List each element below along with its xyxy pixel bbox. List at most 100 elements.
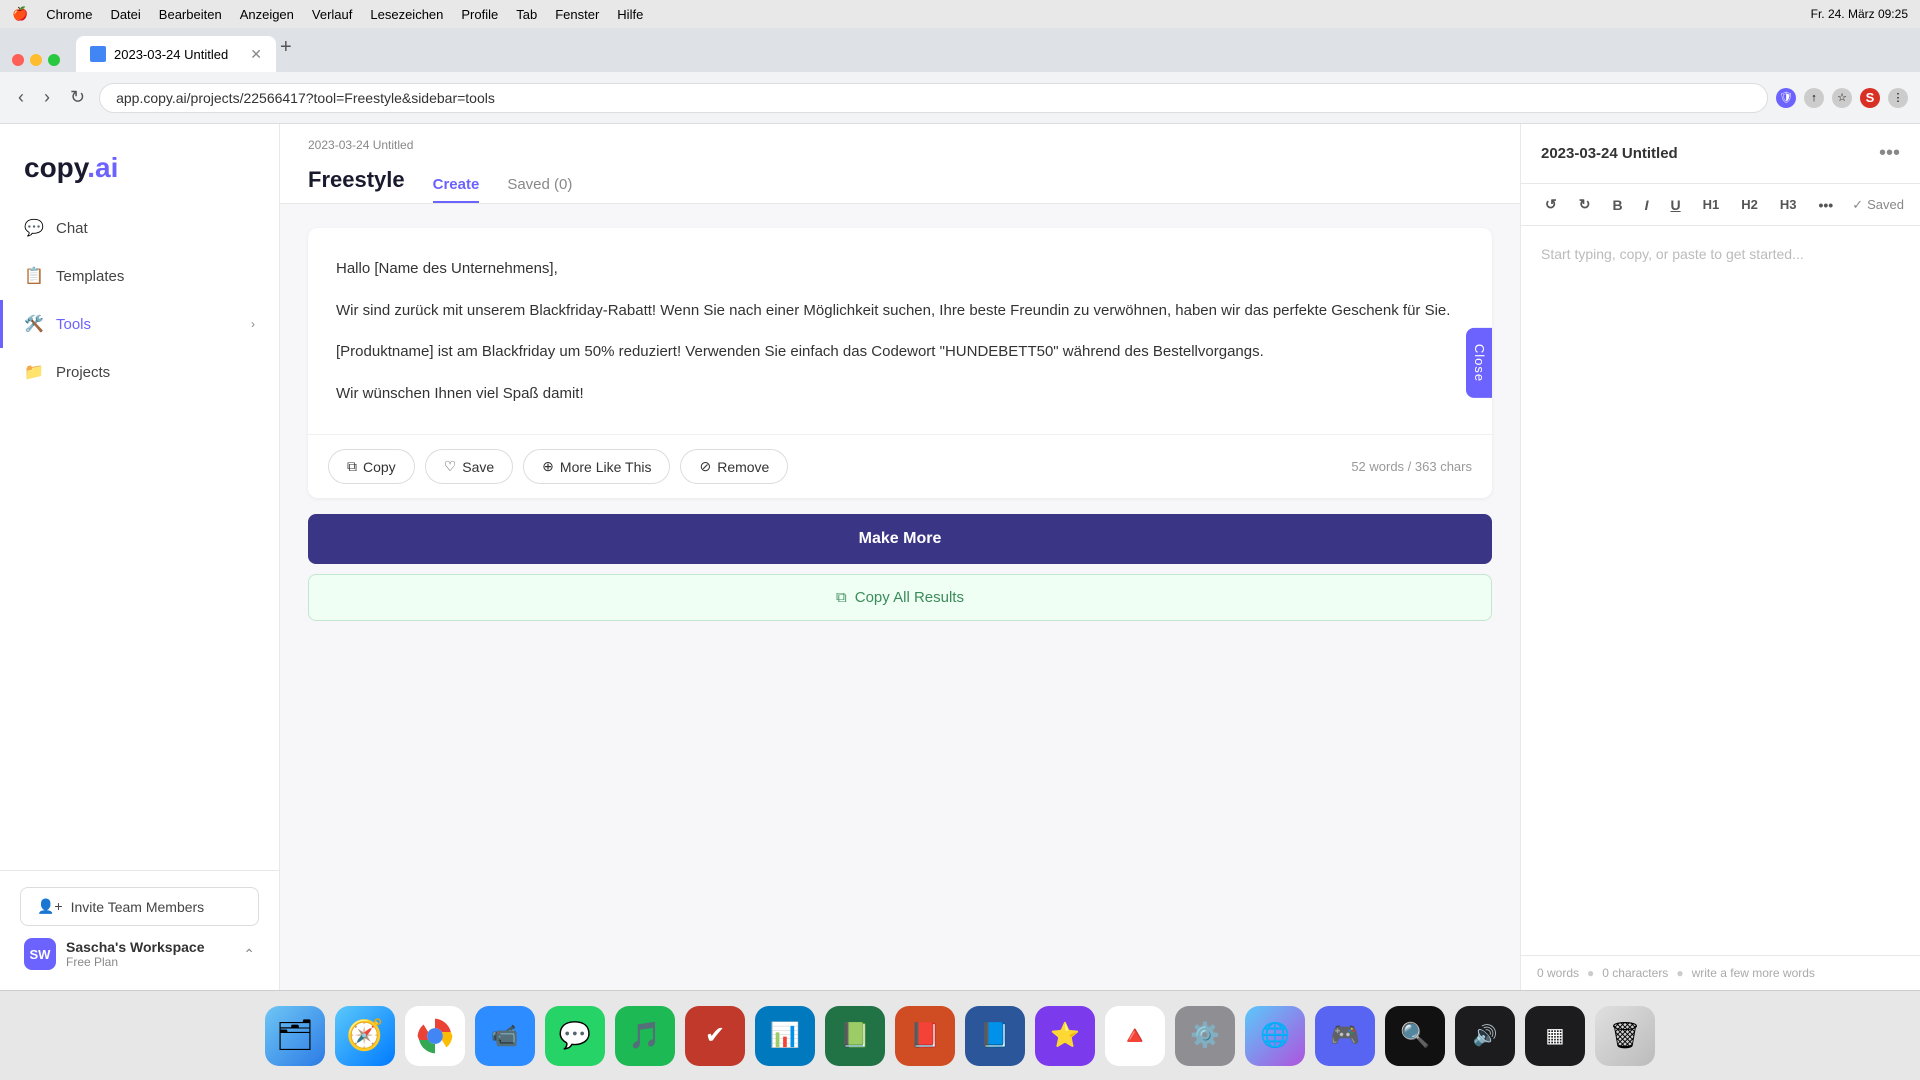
back-button[interactable]: ‹: [12, 83, 30, 112]
menu-fenster[interactable]: Fenster: [555, 7, 599, 22]
h1-button[interactable]: H1: [1695, 193, 1728, 216]
editor-toolbar: ↺ ↻ B I U H1 H2 H3 ••• ✓ Saved: [1521, 184, 1920, 226]
result-card: Hallo [Name des Unternehmens], Wir sind …: [308, 228, 1492, 498]
dock-sound[interactable]: 🔊: [1455, 1006, 1515, 1066]
tab-title: 2023-03-24 Untitled: [114, 47, 228, 62]
h3-button[interactable]: H3: [1772, 193, 1805, 216]
invite-icon: 👤+: [37, 898, 63, 915]
dock-word[interactable]: 📘: [965, 1006, 1025, 1066]
dock-spotify[interactable]: 🎵: [615, 1006, 675, 1066]
right-panel-title: 2023-03-24 Untitled: [1541, 145, 1678, 162]
menu-clock: Fr. 24. März 09:25: [1811, 7, 1908, 21]
sidebar-item-projects[interactable]: 📁 Projects: [0, 348, 279, 396]
tab-saved[interactable]: Saved (0): [507, 168, 572, 203]
editor-area[interactable]: Start typing, copy, or paste to get star…: [1521, 226, 1920, 955]
copy-button[interactable]: ⧉ Copy: [328, 449, 415, 484]
dock-finder[interactable]: 🗂: [265, 1006, 325, 1066]
copy-all-button[interactable]: ⧉ Copy All Results: [308, 574, 1492, 621]
dock: 🗂 🧭 📹 💬 🎵 ✔ 📊 📗 📕 📘 ⭐ 🔺 ⚙️ 🌐 🎮 🔍 🔊 ▦ 🗑: [0, 990, 1920, 1080]
redo-button[interactable]: ↻: [1571, 192, 1599, 217]
right-panel-footer: 0 words ● 0 characters ● write a few mor…: [1521, 955, 1920, 990]
dock-powerpoint[interactable]: 📕: [895, 1006, 955, 1066]
content-header: 2023-03-24 Untitled Freestyle Create Sav…: [280, 124, 1520, 204]
reload-button[interactable]: ↻: [64, 83, 91, 112]
footer-words: 0 words: [1537, 966, 1579, 980]
dock-drive[interactable]: 🔺: [1105, 1006, 1165, 1066]
menu-bearbeiten[interactable]: Bearbeiten: [159, 7, 222, 22]
breadcrumb: 2023-03-24 Untitled: [308, 138, 1492, 152]
dock-tasks[interactable]: ✔: [685, 1006, 745, 1066]
invite-team-button[interactable]: 👤+ Invite Team Members: [20, 887, 259, 926]
more-like-this-icon: ⊕: [542, 458, 554, 475]
fullscreen-button[interactable]: [48, 54, 60, 66]
copy-icon: ⧉: [347, 458, 357, 475]
save-label: Save: [462, 459, 494, 475]
close-sidebar-button[interactable]: Close: [1466, 328, 1492, 398]
dock-safari[interactable]: 🧭: [335, 1006, 395, 1066]
remove-label: Remove: [717, 459, 769, 475]
more-icon[interactable]: ⋮: [1888, 88, 1908, 108]
dock-zoom[interactable]: 📹: [475, 1006, 535, 1066]
apple-icon[interactable]: 🍎: [12, 6, 28, 22]
url-bar[interactable]: app.copy.ai/projects/22566417?tool=Frees…: [99, 83, 1768, 113]
dock-whatsapp[interactable]: 💬: [545, 1006, 605, 1066]
italic-button[interactable]: I: [1637, 193, 1657, 217]
menu-lesezeichen[interactable]: Lesezeichen: [370, 7, 443, 22]
tab-close-icon[interactable]: ✕: [250, 46, 262, 63]
save-icon: ♡: [444, 458, 457, 475]
dock-excel[interactable]: 📗: [825, 1006, 885, 1066]
menubar: 🍎 Chrome Datei Bearbeiten Anzeigen Verla…: [0, 0, 1920, 28]
make-more-button[interactable]: Make More: [308, 514, 1492, 564]
forward-button[interactable]: ›: [38, 83, 56, 112]
logo: copy.ai: [0, 124, 279, 204]
dock-browser[interactable]: 🌐: [1245, 1006, 1305, 1066]
menu-datei[interactable]: Datei: [110, 7, 140, 22]
dock-mission-control[interactable]: ▦: [1525, 1006, 1585, 1066]
dock-settings[interactable]: ⚙️: [1175, 1006, 1235, 1066]
workspace-row[interactable]: SW Sascha's Workspace Free Plan ⌃: [20, 926, 259, 974]
save-button[interactable]: ♡ Save: [425, 449, 513, 484]
dock-beeper[interactable]: ⭐: [1035, 1006, 1095, 1066]
workspace-chevron-icon[interactable]: ⌃: [243, 946, 255, 963]
new-tab-button[interactable]: +: [280, 36, 292, 59]
active-tab[interactable]: 2023-03-24 Untitled ✕: [76, 36, 276, 72]
undo-button[interactable]: ↺: [1537, 192, 1565, 217]
bold-button[interactable]: B: [1604, 193, 1630, 217]
profile-icon[interactable]: S: [1860, 88, 1880, 108]
bookmark-icon[interactable]: ☆: [1832, 88, 1852, 108]
underline-button[interactable]: U: [1662, 193, 1688, 217]
sidebar-item-templates[interactable]: 📋 Templates: [0, 252, 279, 300]
minimize-button[interactable]: [30, 54, 42, 66]
menu-profile[interactable]: Profile: [461, 7, 498, 22]
chrome-window: 2023-03-24 Untitled ✕ + ‹ › ↻ app.copy.a…: [0, 28, 1920, 990]
page-title: Freestyle: [308, 167, 405, 193]
tab-bar: 2023-03-24 Untitled ✕ +: [0, 28, 1920, 72]
dock-trash[interactable]: 🗑: [1595, 1006, 1655, 1066]
h2-button[interactable]: H2: [1733, 193, 1766, 216]
close-button[interactable]: [12, 54, 24, 66]
chat-icon: 💬: [24, 218, 44, 238]
dock-trello[interactable]: 📊: [755, 1006, 815, 1066]
workspace-avatar: SW: [24, 938, 56, 970]
menu-tab[interactable]: Tab: [516, 7, 537, 22]
menu-anzeigen[interactable]: Anzeigen: [240, 7, 294, 22]
menu-verlauf[interactable]: Verlauf: [312, 7, 352, 22]
right-panel-menu-icon[interactable]: •••: [1879, 142, 1900, 165]
app-layout: copy.ai 💬 Chat 📋 Templates 🛠️ Tools › �: [0, 124, 1920, 990]
address-icons: 🛡 ↑ ☆ S ⋮: [1776, 88, 1908, 108]
more-toolbar-button[interactable]: •••: [1810, 193, 1841, 217]
sidebar-item-chat[interactable]: 💬 Chat: [0, 204, 279, 252]
more-like-this-button[interactable]: ⊕ More Like This: [523, 449, 670, 484]
result-actions: ⧉ Copy ♡ Save ⊕ More Like This ⊘: [308, 435, 1492, 498]
dock-chrome[interactable]: [405, 1006, 465, 1066]
sidebar-item-tools[interactable]: 🛠️ Tools ›: [0, 300, 279, 348]
share-icon[interactable]: ↑: [1804, 88, 1824, 108]
remove-button[interactable]: ⊘ Remove: [680, 449, 788, 484]
tab-create[interactable]: Create: [433, 168, 480, 203]
sidebar-label-tools: Tools: [56, 316, 91, 333]
menu-chrome[interactable]: Chrome: [46, 7, 92, 22]
editor-placeholder: Start typing, copy, or paste to get star…: [1541, 246, 1804, 262]
dock-discord[interactable]: 🎮: [1315, 1006, 1375, 1066]
dock-alfred[interactable]: 🔍: [1385, 1006, 1445, 1066]
menu-hilfe[interactable]: Hilfe: [617, 7, 643, 22]
